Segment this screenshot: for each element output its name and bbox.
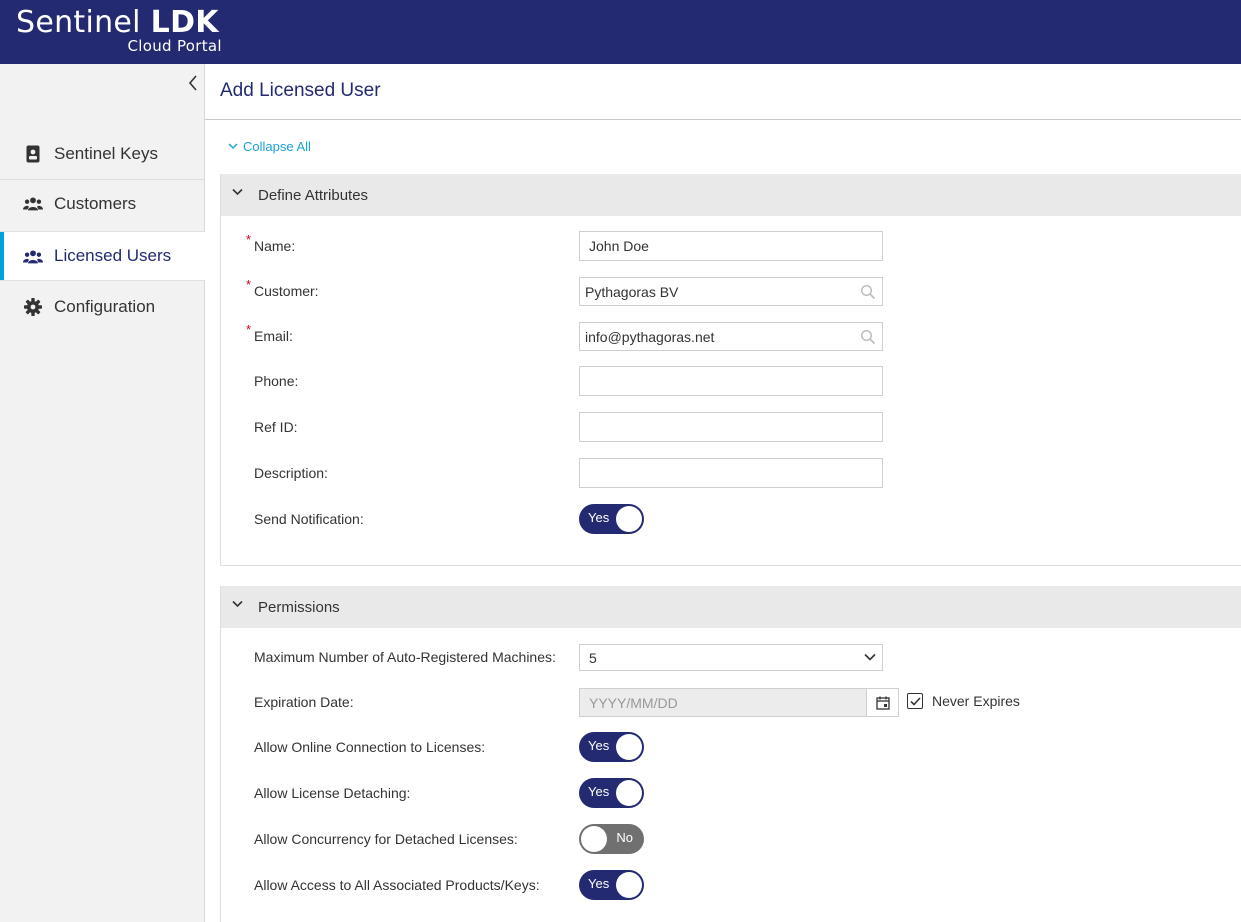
send-notification-label: Send Notification:: [254, 511, 364, 527]
license-detaching-label: Allow License Detaching:: [254, 785, 411, 801]
users-icon: [23, 247, 43, 267]
permissions-header[interactable]: Permissions: [221, 586, 1241, 628]
ref-id-label: Ref ID:: [254, 419, 298, 435]
required-marker: *: [246, 277, 252, 292]
expiration-date-label: Expiration Date:: [254, 694, 354, 710]
phone-field[interactable]: [579, 366, 883, 396]
license-detaching-toggle[interactable]: Yes: [579, 778, 644, 808]
concurrency-label: Allow Concurrency for Detached Licenses:: [254, 831, 518, 847]
page-title: Add Licensed User: [220, 80, 381, 101]
badge-icon: [23, 144, 43, 164]
define-attributes-section: Define Attributes * Name: John Doe * Custo…: [220, 174, 1241, 566]
sidebar-item-label: Licensed Users: [54, 246, 172, 265]
toggle-knob: [581, 826, 607, 852]
sidebar: Sentinel Keys Customers Licensed Users C…: [0, 64, 205, 922]
collapse-sidebar-button[interactable]: [184, 72, 202, 94]
sidebar-item-sentinel-keys[interactable]: Sentinel Keys: [0, 129, 205, 179]
divider: [205, 119, 1241, 120]
phone-label: Phone:: [254, 373, 299, 389]
access-all-label: Allow Access to All Associated Products/…: [254, 877, 540, 893]
checkbox-box: [907, 693, 923, 709]
expiration-date-input[interactable]: YYYY/MM/DD: [579, 688, 867, 717]
description-label: Description:: [254, 465, 328, 481]
toggle-state-label: No: [616, 830, 633, 845]
toggle-state-label: Yes: [588, 784, 610, 799]
customer-field[interactable]: Pythagoras BV: [579, 277, 883, 306]
online-connection-toggle[interactable]: Yes: [579, 732, 644, 762]
online-connection-label: Allow Online Connection to Licenses:: [254, 739, 486, 755]
chevron-down-icon: [232, 188, 243, 196]
section-title: Permissions: [258, 598, 340, 616]
chevron-left-icon: [188, 75, 197, 91]
name-label: * Name:: [246, 232, 296, 254]
calendar-icon: [875, 696, 890, 710]
sidebar-item-configuration[interactable]: Configuration: [0, 282, 205, 332]
brand-name-bold: LDK: [150, 5, 219, 40]
max-machines-select[interactable]: 5: [579, 644, 883, 671]
never-expires-label: Never Expires: [932, 693, 1020, 709]
email-field[interactable]: info@pythagoras.net: [579, 322, 883, 351]
never-expires-checkbox[interactable]: Never Expires: [907, 693, 1020, 709]
customer-label: * Customer:: [246, 277, 319, 299]
send-notification-toggle[interactable]: Yes: [579, 504, 644, 534]
section-title: Define Attributes: [258, 186, 369, 204]
calendar-button[interactable]: [867, 688, 899, 717]
gear-icon: [23, 297, 43, 317]
search-icon[interactable]: [860, 329, 876, 345]
brand-subtitle: Cloud Portal: [127, 37, 222, 55]
collapse-all-label: Collapse All: [243, 139, 311, 154]
collapse-all-link[interactable]: Collapse All: [228, 139, 311, 154]
required-marker: *: [246, 322, 252, 337]
concurrency-toggle[interactable]: No: [579, 824, 644, 854]
expiration-date-control: YYYY/MM/DD: [579, 688, 899, 717]
required-marker: *: [246, 232, 252, 247]
toggle-state-label: Yes: [588, 738, 610, 753]
users-icon: [23, 194, 43, 214]
chevron-down-icon: [232, 600, 243, 608]
toggle-knob: [616, 872, 642, 898]
brand-name-light: Sentinel: [16, 5, 141, 40]
ref-id-field[interactable]: [579, 412, 883, 442]
email-label: * Email:: [246, 322, 293, 344]
search-icon[interactable]: [860, 284, 876, 300]
chevron-down-icon: [228, 143, 238, 150]
max-machines-label: Maximum Number of Auto-Registered Machin…: [254, 649, 556, 665]
toggle-knob: [616, 780, 642, 806]
description-field[interactable]: [579, 458, 883, 488]
toggle-knob: [616, 506, 642, 532]
permissions-section: Permissions Maximum Number of Auto-Regis…: [220, 586, 1241, 922]
name-field[interactable]: John Doe: [579, 231, 883, 261]
toggle-state-label: Yes: [588, 876, 610, 891]
chevron-down-icon: [864, 653, 876, 661]
sidebar-item-customers[interactable]: Customers: [0, 179, 205, 229]
toggle-state-label: Yes: [588, 510, 610, 525]
sidebar-item-licensed-users[interactable]: Licensed Users: [0, 231, 205, 281]
toggle-knob: [616, 734, 642, 760]
sidebar-item-label: Configuration: [54, 297, 156, 316]
top-header: Sentinel LDK Cloud Portal: [0, 0, 1241, 64]
checkmark-icon: [909, 696, 921, 706]
brand-logo[interactable]: Sentinel LDK Cloud Portal: [16, 5, 222, 56]
sidebar-item-label: Customers: [54, 194, 137, 213]
define-attributes-header[interactable]: Define Attributes: [221, 174, 1241, 216]
access-all-toggle[interactable]: Yes: [579, 870, 644, 900]
sidebar-item-label: Sentinel Keys: [54, 144, 158, 163]
